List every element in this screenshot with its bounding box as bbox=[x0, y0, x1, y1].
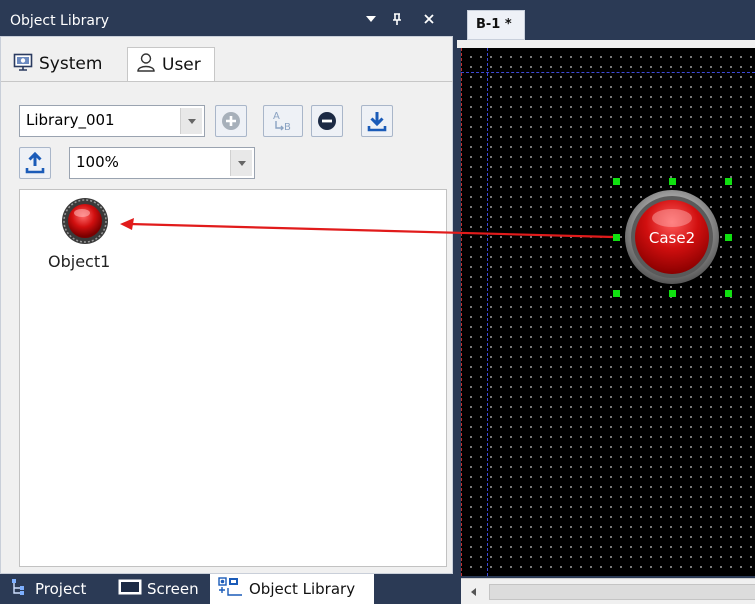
panel-title-bar: Object Library bbox=[0, 8, 453, 36]
tab-project-label: Project bbox=[35, 580, 87, 598]
canvas-guide-horizontal bbox=[461, 72, 755, 73]
tab-screen[interactable]: Screen bbox=[110, 574, 210, 604]
bottom-tab-bar: Project Screen Object Library bbox=[0, 574, 453, 604]
document-tab-label: B-1 * bbox=[476, 17, 512, 32]
selection-handle[interactable] bbox=[725, 290, 732, 297]
selection-handle[interactable] bbox=[613, 178, 620, 185]
export-library-button[interactable] bbox=[361, 105, 393, 137]
svg-text:A: A bbox=[273, 111, 280, 122]
canvas-frame-edge bbox=[461, 48, 469, 576]
import-library-button[interactable] bbox=[19, 147, 51, 179]
chevron-down-icon[interactable] bbox=[180, 108, 202, 134]
object-library-panel: Object Library System User Library_001 A… bbox=[0, 0, 454, 604]
selection-handle[interactable] bbox=[613, 234, 620, 241]
tab-project[interactable]: Project bbox=[2, 574, 106, 604]
selection-handle[interactable] bbox=[725, 178, 732, 185]
scroll-left-icon[interactable] bbox=[471, 588, 476, 596]
canvas-guide-vertical bbox=[487, 48, 488, 576]
remove-library-button[interactable] bbox=[311, 105, 343, 137]
scrollbar-thumb[interactable] bbox=[489, 584, 755, 600]
document-header-strip bbox=[457, 40, 755, 48]
rename-icon: AB bbox=[264, 111, 302, 140]
canvas-object-label: Case2 bbox=[648, 229, 696, 247]
add-icon bbox=[216, 112, 246, 140]
library-select-value: Library_001 bbox=[26, 111, 115, 129]
library-select[interactable]: Library_001 bbox=[19, 105, 205, 137]
zoom-select[interactable]: 100% bbox=[69, 147, 255, 179]
selection-handle[interactable] bbox=[669, 178, 676, 185]
dropdown-icon[interactable] bbox=[362, 12, 380, 30]
selection-handle[interactable] bbox=[613, 290, 620, 297]
tab-object-library[interactable]: Object Library bbox=[210, 574, 374, 604]
rename-library-button[interactable]: AB bbox=[263, 105, 303, 137]
project-tree-icon bbox=[10, 578, 30, 600]
selection-handle[interactable] bbox=[669, 290, 676, 297]
svg-text:B: B bbox=[284, 122, 291, 133]
tab-system[interactable]: System bbox=[7, 47, 123, 81]
panel-body: System User Library_001 AB 100% Object1 bbox=[0, 36, 454, 574]
selection-handle[interactable] bbox=[725, 234, 732, 241]
tab-screen-label: Screen bbox=[147, 580, 199, 598]
user-icon bbox=[136, 52, 156, 77]
tab-user-label: User bbox=[162, 54, 201, 75]
tab-divider bbox=[1, 81, 454, 82]
canvas-object-case2[interactable]: Case2 bbox=[613, 178, 732, 297]
red-lamp-icon[interactable] bbox=[60, 196, 110, 246]
screen-canvas[interactable] bbox=[461, 48, 755, 576]
chevron-down-icon[interactable] bbox=[230, 150, 252, 176]
export-icon bbox=[362, 112, 392, 140]
document-area: B-1 * bbox=[453, 0, 755, 604]
close-icon[interactable] bbox=[420, 12, 438, 30]
pin-icon[interactable] bbox=[388, 12, 406, 30]
tab-user[interactable]: User bbox=[127, 47, 215, 81]
document-tab[interactable]: B-1 * bbox=[467, 10, 525, 40]
panel-title: Object Library bbox=[10, 13, 109, 29]
object-library-icon bbox=[218, 577, 244, 601]
tab-object-library-label: Object Library bbox=[249, 580, 356, 598]
remove-icon bbox=[312, 112, 342, 140]
monitor-icon bbox=[13, 53, 33, 76]
zoom-select-value: 100% bbox=[76, 153, 119, 171]
import-icon bbox=[20, 151, 50, 182]
screen-icon bbox=[118, 579, 142, 599]
library-object-view: Object1 bbox=[19, 189, 447, 567]
library-object-label: Object1 bbox=[48, 252, 111, 271]
add-library-button[interactable] bbox=[215, 105, 247, 137]
horizontal-scrollbar[interactable] bbox=[461, 578, 755, 604]
tab-system-label: System bbox=[39, 54, 103, 74]
